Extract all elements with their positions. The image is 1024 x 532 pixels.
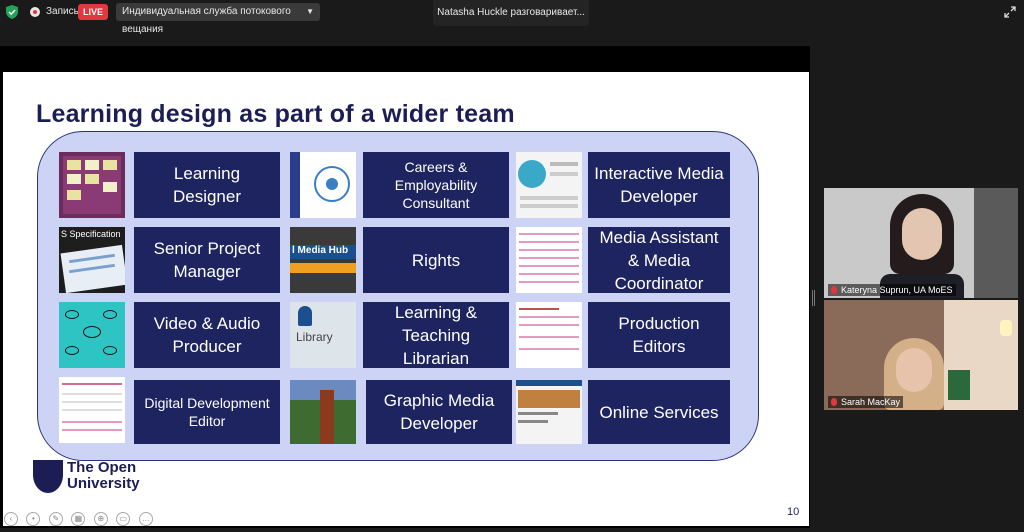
role-rights: Rights	[363, 227, 509, 293]
streaming-service-label: Индивидуальная служба потокового вещания	[122, 6, 291, 35]
video-tile-kateryna[interactable]: Kateryna Suprun, UA MoES	[824, 188, 1018, 298]
thumbnail-mindmap	[59, 302, 125, 368]
thumbnail-news-page	[516, 380, 582, 444]
pointer-icon[interactable]: •	[26, 512, 41, 526]
role-graphic-media-developer: Graphic Media Developer	[366, 380, 512, 444]
zoom-icon[interactable]: ⊕	[93, 512, 108, 526]
role-senior-project-manager: Senior Project Manager	[134, 227, 280, 293]
security-shield-icon[interactable]	[6, 5, 18, 19]
dropdown-caret-icon: ▼	[306, 7, 314, 16]
slide-title: Learning design as part of a wider team	[36, 100, 515, 128]
thumbnail-document-pink	[516, 227, 582, 293]
muted-mic-icon	[831, 286, 837, 294]
recording-icon	[30, 7, 40, 17]
role-digital-development-editor: Digital Development Editor	[134, 380, 280, 444]
open-university-logo-text: The Open University	[67, 459, 140, 492]
thumbnail-media-hub: l Media Hub	[290, 227, 356, 293]
roles-panel: Learning Designer Careers & Employabilit…	[37, 131, 759, 461]
meeting-top-bar: Запись LIVE Индивидуальная служба потоко…	[0, 0, 1024, 35]
video-tile-sarah[interactable]: Sarah MacKay	[824, 300, 1018, 410]
recording-label: Запись	[46, 6, 79, 17]
thumbnail-network-diagram	[290, 152, 356, 218]
live-badge[interactable]: LIVE	[78, 4, 108, 20]
thumbnail-whiteboard	[59, 152, 125, 218]
fullscreen-icon[interactable]	[1004, 6, 1016, 18]
muted-mic-icon	[831, 398, 837, 406]
thumbnail-specification: S Specification	[59, 227, 125, 293]
presentation-slide: Learning design as part of a wider team …	[3, 72, 809, 526]
screen-icon[interactable]: ▭	[116, 512, 131, 526]
active-speaker-indicator: Natasha Huckle разговаривает...	[433, 0, 589, 26]
role-production-editors: Production Editors	[588, 302, 730, 368]
role-online-services: Online Services	[588, 380, 730, 444]
participant-name-kateryna: Kateryna Suprun, UA MoES	[828, 284, 956, 296]
pen-icon[interactable]: ✎	[48, 512, 63, 526]
previous-slide-icon[interactable]: ‹	[4, 512, 18, 526]
thumbnail-document-text	[59, 377, 125, 443]
streaming-service-dropdown[interactable]: Индивидуальная служба потокового вещания…	[116, 3, 320, 35]
thumbnail-web-page	[516, 152, 582, 218]
participant-name-sarah: Sarah MacKay	[828, 396, 904, 408]
thumbnail-spec-caption: S Specification	[61, 229, 121, 239]
thumbnail-library-sign: Library	[290, 302, 356, 368]
resize-handle[interactable]	[812, 290, 815, 306]
thumbnail-media-hub-caption: l Media Hub	[290, 245, 356, 259]
more-options-icon[interactable]: …	[138, 512, 153, 526]
role-video-audio-producer: Video & Audio Producer	[134, 302, 280, 368]
slide-toolbar: ‹ • ✎ ▦ ⊕ ▭ …	[4, 508, 157, 526]
role-learning-designer: Learning Designer	[134, 152, 280, 218]
role-media-assistant-coordinator: Media Assistant & Media Coordinator	[588, 227, 730, 293]
role-learning-teaching-librarian: Learning & Teaching Librarian	[363, 302, 509, 368]
role-careers-employability-consultant: Careers & Employability Consultant	[363, 152, 509, 218]
thumbnail-redwood-photo	[290, 380, 356, 444]
slides-grid-icon[interactable]: ▦	[71, 512, 86, 526]
role-interactive-media-developer: Interactive Media Developer	[588, 152, 730, 218]
slide-number: 10	[787, 506, 800, 518]
thumbnail-document-form	[516, 302, 582, 368]
thumbnail-library-caption: Library	[296, 330, 333, 344]
